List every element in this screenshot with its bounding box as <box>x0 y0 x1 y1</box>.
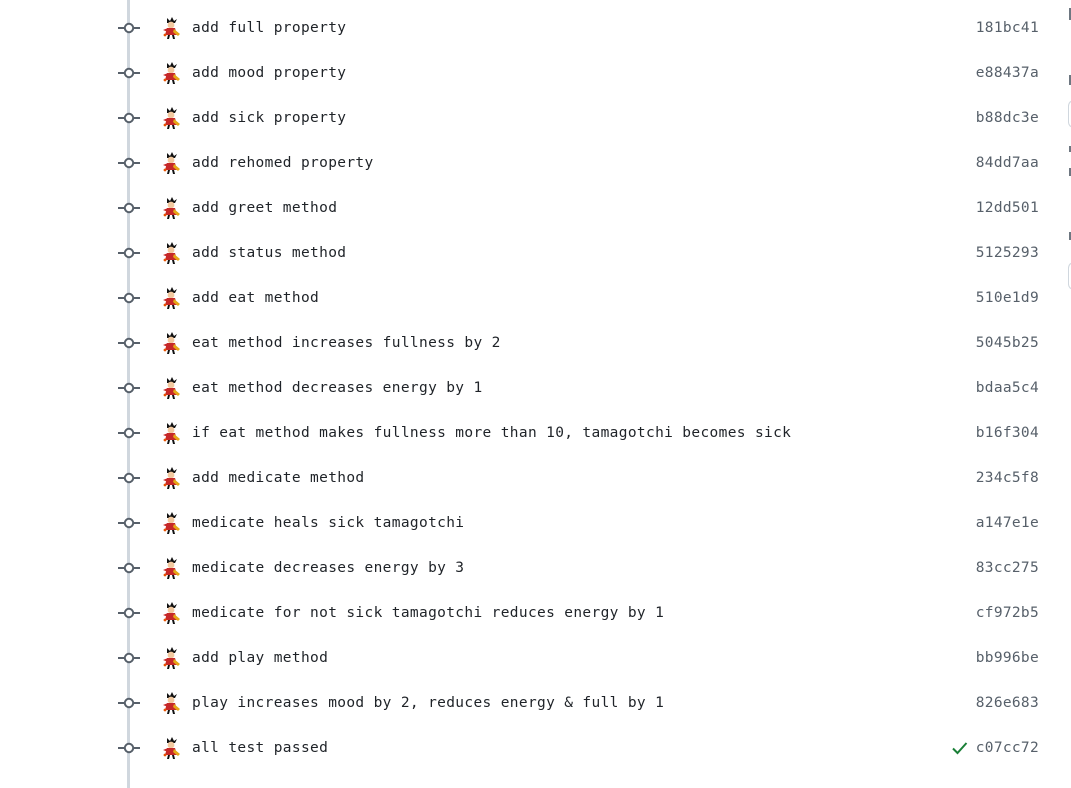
git-commit-icon <box>118 112 140 124</box>
git-commit-icon <box>118 562 140 574</box>
commit-sha-link[interactable]: b16f304 <box>976 424 1039 442</box>
git-commit-icon <box>118 247 140 259</box>
git-commit-icon <box>118 652 140 664</box>
commit-sha-link[interactable]: 234c5f8 <box>976 469 1039 487</box>
right-sidebar-edge <box>1066 0 1071 788</box>
commit-list: add full property 181bc41 add mood prope… <box>0 6 1071 771</box>
git-commit-icon <box>118 427 140 439</box>
check-icon <box>952 742 968 755</box>
commit-sha-link[interactable]: 5045b25 <box>976 334 1039 352</box>
commit-sha-link[interactable]: 826e683 <box>976 694 1039 712</box>
commit-message-link[interactable]: eat method decreases energy by 1 <box>192 379 483 397</box>
commit-row[interactable]: add full property 181bc41 <box>0 6 1071 51</box>
commit-sha-link[interactable]: bb996be <box>976 649 1039 667</box>
commit-message-link[interactable]: medicate heals sick tamagotchi <box>192 514 464 532</box>
commit-row[interactable]: add eat method 510e1d9 <box>0 276 1071 321</box>
git-commit-icon <box>118 292 140 304</box>
commit-row[interactable]: if eat method makes fullness more than 1… <box>0 411 1071 456</box>
user-avatar[interactable] <box>159 691 183 715</box>
commit-message-link[interactable]: add full property <box>192 19 346 37</box>
commit-row[interactable]: add greet method 12dd501 <box>0 186 1071 231</box>
git-commit-icon <box>118 337 140 349</box>
commit-sha-link[interactable]: a147e1e <box>976 514 1039 532</box>
user-avatar[interactable] <box>159 16 183 40</box>
git-commit-icon <box>118 742 140 754</box>
commit-message-link[interactable]: play increases mood by 2, reduces energy… <box>192 694 664 712</box>
commit-message-link[interactable]: add status method <box>192 244 346 262</box>
user-avatar[interactable] <box>159 61 183 85</box>
commit-row[interactable]: medicate heals sick tamagotchi a147e1e <box>0 501 1071 546</box>
user-avatar[interactable] <box>159 241 183 265</box>
commit-message-link[interactable]: if eat method makes fullness more than 1… <box>192 424 791 442</box>
commit-message-link[interactable]: add play method <box>192 649 328 667</box>
commit-row[interactable]: add rehomed property 84dd7aa <box>0 141 1071 186</box>
commit-row[interactable]: add medicate method 234c5f8 <box>0 456 1071 501</box>
git-commit-icon <box>118 517 140 529</box>
commit-message-link[interactable]: add medicate method <box>192 469 365 487</box>
commit-row[interactable]: add sick property b88dc3e <box>0 96 1071 141</box>
user-avatar[interactable] <box>159 151 183 175</box>
commit-row[interactable]: eat method increases fullness by 2 5045b… <box>0 321 1071 366</box>
commit-message-link[interactable]: all test passed <box>192 739 328 757</box>
commit-row[interactable]: play increases mood by 2, reduces energy… <box>0 681 1071 726</box>
commit-message-link[interactable]: add eat method <box>192 289 319 307</box>
commit-row[interactable]: medicate decreases energy by 3 83cc275 <box>0 546 1071 591</box>
commit-sha-link[interactable]: 181bc41 <box>976 19 1039 37</box>
user-avatar[interactable] <box>159 331 183 355</box>
commit-message-link[interactable]: medicate for not sick tamagotchi reduces… <box>192 604 664 622</box>
commit-sha-link[interactable]: c07cc72 <box>976 739 1039 757</box>
git-commit-icon <box>118 697 140 709</box>
commit-row[interactable]: eat method decreases energy by 1 bdaa5c4 <box>0 366 1071 411</box>
commit-sha-link[interactable]: 83cc275 <box>976 559 1039 577</box>
commit-message-link[interactable]: add greet method <box>192 199 337 217</box>
commit-sha-link[interactable]: 510e1d9 <box>976 289 1039 307</box>
commit-sha-link[interactable]: 12dd501 <box>976 199 1039 217</box>
user-avatar[interactable] <box>159 601 183 625</box>
commit-sha-link[interactable]: cf972b5 <box>976 604 1039 622</box>
git-commit-icon <box>118 382 140 394</box>
commit-message-link[interactable]: eat method increases fullness by 2 <box>192 334 501 352</box>
commit-row[interactable]: add status method 5125293 <box>0 231 1071 276</box>
commit-sha-link[interactable]: b88dc3e <box>976 109 1039 127</box>
user-avatar[interactable] <box>159 286 183 310</box>
user-avatar[interactable] <box>159 646 183 670</box>
commit-message-link[interactable]: medicate decreases energy by 3 <box>192 559 464 577</box>
user-avatar[interactable] <box>159 466 183 490</box>
commit-message-link[interactable]: add sick property <box>192 109 346 127</box>
commit-message-link[interactable]: add mood property <box>192 64 346 82</box>
commit-row[interactable]: all test passed c07cc72 <box>0 726 1071 771</box>
commit-sha-link[interactable]: 84dd7aa <box>976 154 1039 172</box>
user-avatar[interactable] <box>159 736 183 760</box>
commit-message-link[interactable]: add rehomed property <box>192 154 374 172</box>
user-avatar[interactable] <box>159 106 183 130</box>
user-avatar[interactable] <box>159 511 183 535</box>
commit-sha-link[interactable]: 5125293 <box>976 244 1039 262</box>
user-avatar[interactable] <box>159 196 183 220</box>
commit-row[interactable]: add mood property e88437a <box>0 51 1071 96</box>
commit-sha-link[interactable]: e88437a <box>976 64 1039 82</box>
commit-row[interactable]: medicate for not sick tamagotchi reduces… <box>0 591 1071 636</box>
commit-row[interactable]: add play method bb996be <box>0 636 1071 681</box>
user-avatar[interactable] <box>159 376 183 400</box>
user-avatar[interactable] <box>159 556 183 580</box>
git-commit-icon <box>118 202 140 214</box>
git-commit-icon <box>118 472 140 484</box>
git-commit-icon <box>118 607 140 619</box>
commit-sha-link[interactable]: bdaa5c4 <box>976 379 1039 397</box>
git-commit-icon <box>118 67 140 79</box>
user-avatar[interactable] <box>159 421 183 445</box>
git-commit-icon <box>118 22 140 34</box>
git-commit-icon <box>118 157 140 169</box>
